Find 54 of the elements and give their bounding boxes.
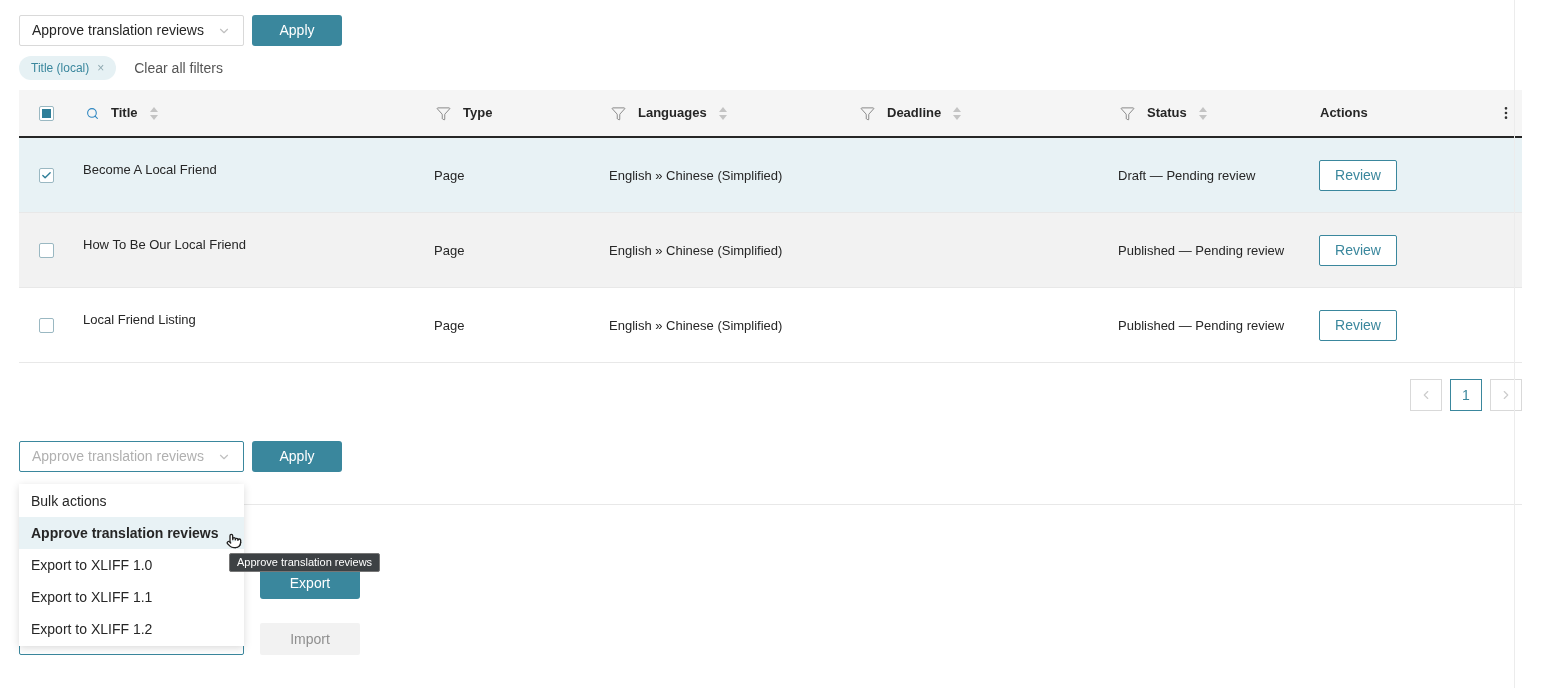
apply-button[interactable]: Apply <box>252 441 342 472</box>
checkbox[interactable] <box>39 167 54 183</box>
column-header[interactable]: Deadline <box>887 103 962 123</box>
apply-button[interactable]: Apply <box>252 15 342 46</box>
select-value: Approve translation reviews <box>32 447 204 466</box>
select-value: Approve translation reviews <box>32 21 204 40</box>
chip-label: Title (local) <box>31 60 90 77</box>
table-cell: How To Be Our Local Friend <box>83 237 247 252</box>
review-button[interactable]: Review <box>1319 159 1397 191</box>
import-button: Import <box>260 623 360 655</box>
review-button[interactable]: Review <box>1319 309 1397 341</box>
column-header[interactable]: Status <box>1147 103 1207 123</box>
search-icon[interactable] <box>86 106 99 120</box>
column-header[interactable]: Type <box>463 103 493 123</box>
menu-item[interactable]: Export to XLIFF 1.1 <box>19 581 244 613</box>
filter-chip[interactable]: Title (local) × <box>19 56 117 80</box>
table-row[interactable]: Become A Local Friend Page English » Chinese (Simplified) Draft — Pending review Review <box>19 138 1522 213</box>
filter-icon[interactable] <box>436 105 451 121</box>
table-cell: English » Chinese (Simplified) <box>609 243 783 258</box>
table-cell: English » Chinese (Simplified) <box>609 168 783 183</box>
table-row[interactable]: How To Be Our Local Friend Page English » Chinese (Simplified) Published — Pending review Review <box>19 213 1522 288</box>
table-cell: Published — Pending review <box>1118 318 1285 333</box>
menu-item[interactable]: Approve translation reviews <box>19 517 244 549</box>
filter-icon[interactable] <box>611 105 626 121</box>
table-cell: Page <box>434 168 465 183</box>
checkbox[interactable] <box>39 317 54 333</box>
page-button[interactable]: 1 <box>1450 379 1482 411</box>
review-button[interactable]: Review <box>1319 234 1397 266</box>
table-cell: Published — Pending review <box>1118 243 1285 258</box>
column-header[interactable]: Languages <box>638 103 727 123</box>
table-cell: Draft — Pending review <box>1118 168 1256 183</box>
check-icon <box>41 169 52 181</box>
table-cell: Local Friend Listing <box>83 312 196 327</box>
bulk-action-select[interactable]: Approve translation reviews <box>19 15 244 46</box>
checkbox[interactable] <box>39 105 54 121</box>
menu-item[interactable]: Export to XLIFF 1.2 <box>19 613 244 645</box>
menu-item[interactable]: Bulk actions <box>19 485 244 517</box>
previous-page-button[interactable] <box>1410 379 1442 411</box>
sort-icon[interactable] <box>1198 106 1207 120</box>
filter-icon[interactable] <box>860 105 875 121</box>
clear-filters-link[interactable]: Clear all filters <box>134 57 223 79</box>
next-page-button[interactable] <box>1490 379 1522 411</box>
sort-icon[interactable] <box>718 106 727 120</box>
table-cell: Become A Local Friend <box>83 162 217 177</box>
filter-icon[interactable] <box>1120 105 1135 121</box>
column-header[interactable]: Title <box>111 103 158 123</box>
checkbox[interactable] <box>39 242 54 258</box>
table-cell: English » Chinese (Simplified) <box>609 318 783 333</box>
sort-icon[interactable] <box>149 106 158 120</box>
tooltip: Approve translation reviews <box>229 553 381 572</box>
table-cell: Page <box>434 318 465 333</box>
sort-icon[interactable] <box>953 106 962 120</box>
column-header[interactable]: Actions <box>1320 103 1368 123</box>
table-cell: Page <box>434 243 465 258</box>
